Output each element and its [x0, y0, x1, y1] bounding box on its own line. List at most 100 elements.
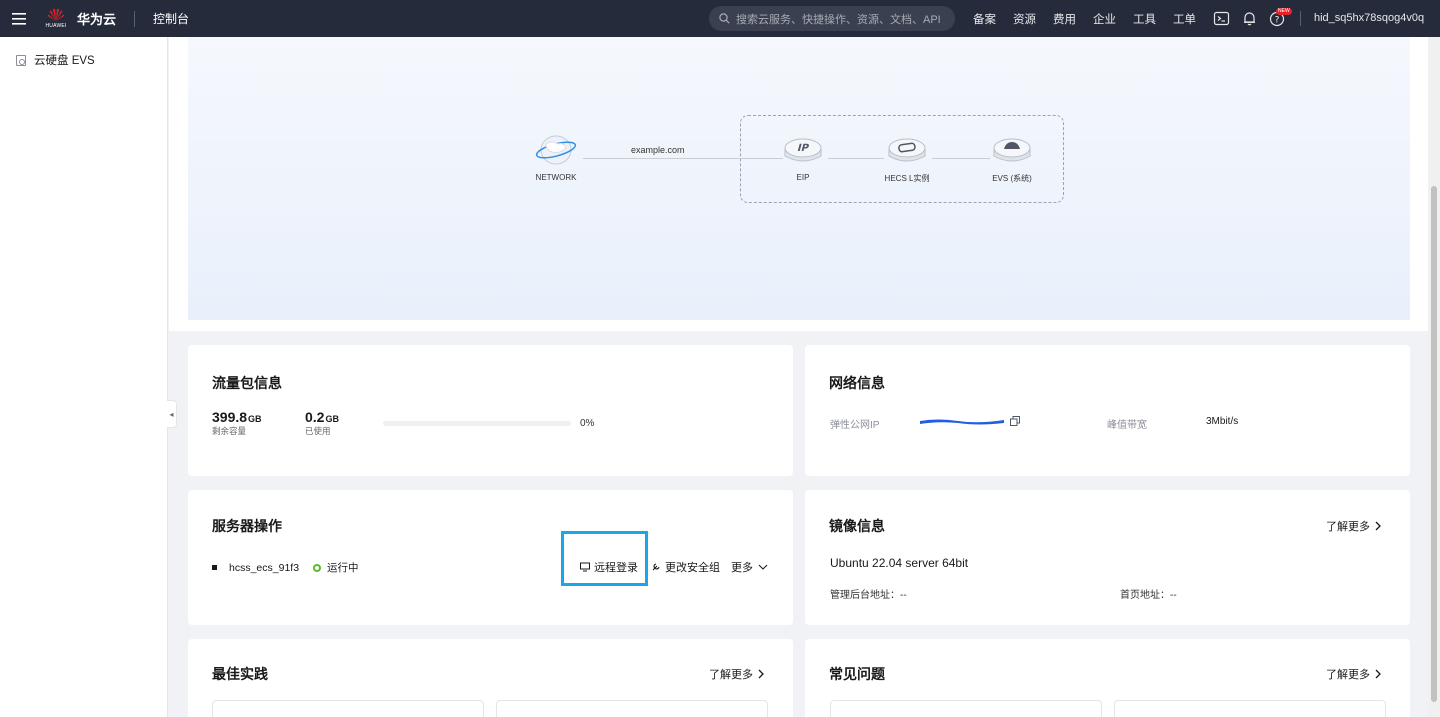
logo-text: HUAWEI: [45, 23, 67, 29]
used-value: 0.2: [305, 409, 325, 425]
card-title: 常见问题: [829, 666, 885, 682]
faq-learn-more-link[interactable]: 了解更多: [1326, 666, 1382, 682]
wrench-icon: [652, 563, 660, 571]
domain-label: example.com: [631, 145, 685, 155]
nav-label: 费用: [1053, 13, 1076, 26]
connector-line: [932, 158, 990, 159]
divider: [134, 10, 136, 27]
nav-label: 工具: [1133, 13, 1156, 26]
copy-icon[interactable]: [1010, 416, 1020, 426]
node-label: NETWORK: [535, 173, 577, 182]
used-label: 已使用: [305, 426, 331, 436]
learn-more-label: 了解更多: [1326, 521, 1370, 533]
more-dropdown[interactable]: 更多: [731, 559, 772, 575]
nav-label: 工单: [1173, 13, 1196, 26]
bullet: [212, 565, 217, 570]
highlight-box: [561, 531, 648, 586]
chevron-left-icon: ◂: [169, 409, 174, 419]
nav-label: 企业: [1093, 13, 1116, 26]
sidebar: 云硬盘 EVS: [0, 37, 168, 717]
bell-icon[interactable]: [1241, 10, 1258, 27]
best-practice-item[interactable]: [212, 700, 484, 717]
node-network[interactable]: NETWORK: [530, 132, 582, 182]
user-account[interactable]: hid_sq5hx78sqog4v0q: [1314, 12, 1424, 24]
nav-item-tools[interactable]: 工具: [1133, 0, 1156, 37]
traffic-package-card: 流量包信息: [188, 345, 793, 476]
image-learn-more-link[interactable]: 了解更多: [1326, 518, 1382, 534]
best-practice-learn-more-link[interactable]: 了解更多: [709, 666, 765, 682]
divider: [1300, 11, 1301, 26]
learn-more-label: 了解更多: [709, 669, 753, 681]
huawei-logo[interactable]: HUAWEI: [45, 8, 67, 29]
bandwidth-value: 3Mbit/s: [1206, 416, 1239, 427]
server-name[interactable]: hcss_ecs_91f3: [229, 562, 299, 574]
nav-item-filing[interactable]: 备案: [973, 0, 996, 37]
home-address: 首页地址：--: [1120, 586, 1177, 601]
learn-more-label: 了解更多: [1326, 669, 1370, 681]
node-hecs[interactable]: HECS L实例: [876, 134, 938, 184]
bandwidth-label: 峰值带宽: [1107, 420, 1147, 431]
usage-progress-bar: [383, 421, 571, 426]
search-icon: [719, 13, 730, 24]
new-badge: NEW: [1276, 8, 1292, 15]
card-title: 镜像信息: [829, 518, 885, 534]
sidebar-item-label: 云硬盘 EVS: [34, 55, 95, 67]
brand-name[interactable]: 华为云: [77, 9, 116, 28]
server-operations-card: 服务器操作: [188, 490, 793, 625]
chevron-down-icon: [758, 564, 768, 570]
nav-item-enterprise[interactable]: 企业: [1093, 0, 1116, 37]
connector-line: [583, 158, 783, 159]
menu-icon[interactable]: [0, 0, 37, 37]
search-placeholder: 搜索云服务、快捷操作、资源、文档、API: [736, 13, 941, 26]
card-title: 流量包信息: [212, 375, 282, 391]
change-security-group-button[interactable]: 更改安全组: [651, 559, 720, 575]
chevron-right-icon: [1375, 521, 1381, 531]
admin-address: 管理后台地址：--: [830, 586, 907, 601]
remaining-unit: GB: [248, 414, 262, 424]
globe-icon: [535, 135, 577, 165]
node-label: EVS (系统): [992, 174, 1032, 183]
node-label: EIP: [796, 173, 810, 182]
home-value: --: [1170, 590, 1177, 601]
change-sg-label: 更改安全组: [665, 562, 720, 574]
chevron-right-icon: [1375, 669, 1381, 679]
best-practice-item[interactable]: [496, 700, 768, 717]
terminal-icon[interactable]: [1213, 10, 1230, 27]
disk-icon: [993, 138, 1031, 162]
remaining-value: 399.8: [212, 409, 248, 425]
faq-item[interactable]: [830, 700, 1102, 717]
server-status: 运行中: [327, 562, 359, 574]
faq-item[interactable]: [1114, 700, 1386, 717]
more-label: 更多: [731, 562, 753, 574]
eip-label: 弹性公网IP: [830, 420, 880, 431]
nav-item-tickets[interactable]: 工单: [1173, 0, 1196, 37]
sidebar-collapse-toggle[interactable]: ◂: [167, 400, 177, 428]
server-row: hcss_ecs_91f3 运行中: [212, 560, 359, 575]
huawei-logo-icon: [47, 8, 65, 21]
console-link[interactable]: 控制台: [153, 10, 189, 27]
nav-label: 资源: [1013, 13, 1036, 26]
nav-item-billing[interactable]: 费用: [1053, 0, 1076, 37]
redacted-ip: [920, 419, 1004, 425]
scrollbar-thumb[interactable]: [1431, 186, 1437, 702]
network-info-card: 网络信息: [805, 345, 1410, 476]
used-unit: GB: [325, 414, 339, 424]
home-label: 首页地址：: [1120, 590, 1170, 601]
node-eip[interactable]: IP EIP: [780, 134, 826, 182]
server-icon: [888, 138, 926, 162]
card-title: 最佳实践: [212, 666, 268, 682]
search-input[interactable]: 搜索云服务、快捷操作、资源、文档、API: [709, 6, 955, 31]
os-name: Ubuntu 22.04 server 64bit: [830, 556, 969, 570]
chevron-right-icon: [758, 669, 764, 679]
node-label: HECS L实例: [884, 174, 930, 183]
ip-icon: IP: [784, 138, 822, 162]
node-evs[interactable]: EVS (系统): [986, 134, 1038, 184]
remaining-capacity: 399.8GB 剩余容量: [212, 409, 262, 437]
nav-item-resources[interactable]: 资源: [1013, 0, 1036, 37]
admin-label: 管理后台地址：: [830, 590, 900, 601]
nav-label: 备案: [973, 13, 996, 26]
running-status-icon: [313, 563, 322, 572]
disk-icon: [16, 54, 26, 66]
sidebar-item-evs[interactable]: 云硬盘 EVS: [16, 52, 95, 68]
remaining-label: 剩余容量: [212, 426, 247, 436]
